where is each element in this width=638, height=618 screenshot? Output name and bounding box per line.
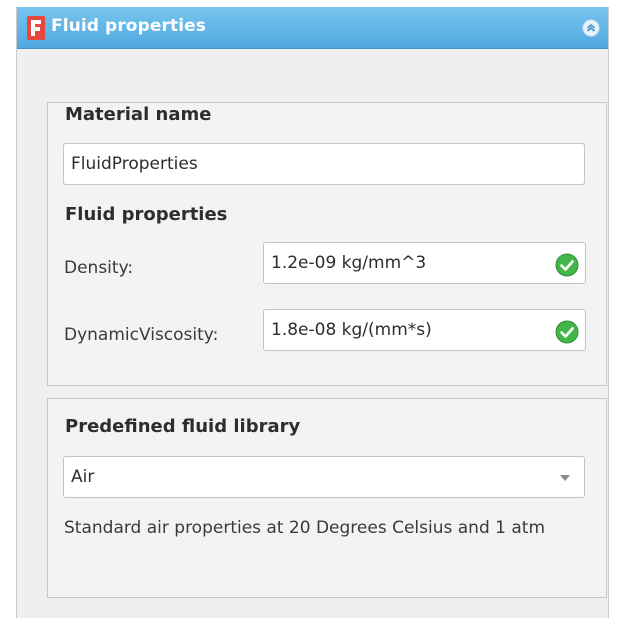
- library-heading: Predefined fluid library: [65, 416, 301, 437]
- collapse-button[interactable]: [582, 19, 600, 37]
- valid-check-icon: [555, 253, 579, 277]
- panel-titlebar[interactable]: Fluid properties: [17, 7, 608, 49]
- panel-title: Fluid properties: [51, 16, 206, 36]
- density-value: 1.2e-09 kg/mm^3: [271, 253, 427, 273]
- material-name-heading: Material name: [65, 104, 212, 125]
- valid-check-icon: [555, 320, 579, 344]
- chevron-down-icon: [560, 475, 570, 481]
- library-select[interactable]: Air: [63, 456, 585, 498]
- material-name-input[interactable]: FluidProperties: [63, 143, 585, 185]
- density-label: Density:: [64, 258, 134, 278]
- library-selected-value: Air: [71, 467, 95, 487]
- density-input[interactable]: 1.2e-09 kg/mm^3: [263, 242, 586, 284]
- viscosity-value: 1.8e-08 kg/(mm*s): [271, 320, 432, 340]
- fluid-properties-heading: Fluid properties: [65, 204, 228, 225]
- library-description: Standard air properties at 20 Degrees Ce…: [64, 518, 546, 538]
- chevron-up-icon: [586, 23, 596, 32]
- freecad-f-icon: [27, 16, 45, 40]
- viscosity-input[interactable]: 1.8e-08 kg/(mm*s): [263, 309, 586, 351]
- viscosity-label: DynamicViscosity:: [64, 325, 219, 345]
